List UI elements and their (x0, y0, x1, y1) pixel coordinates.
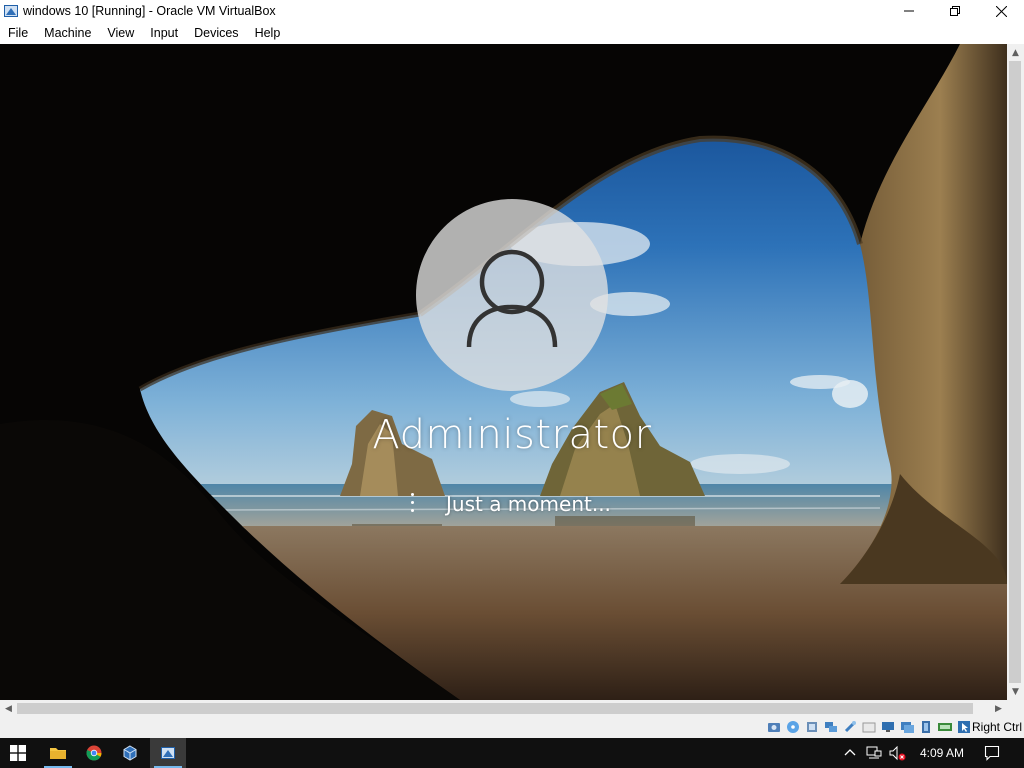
guest-display[interactable]: Administrator Just a moment... (0, 44, 1007, 700)
loading-spinner-icon (406, 493, 420, 515)
menu-help[interactable]: Help (247, 22, 289, 44)
host-taskbar: 4:09 AM (0, 738, 1024, 768)
scroll-right-icon[interactable]: ▶ (990, 700, 1007, 717)
audio-icon[interactable] (804, 719, 820, 735)
window-title: windows 10 [Running] - Oracle VM Virtual… (23, 4, 276, 18)
vertical-scroll-thumb[interactable] (1009, 61, 1021, 683)
tray-clock[interactable]: 4:09 AM (912, 738, 972, 768)
usb-icon[interactable] (842, 719, 858, 735)
show-hidden-icons-icon[interactable] (844, 747, 856, 759)
windows-start-icon (10, 745, 26, 761)
sign-in-status: Just a moment... (406, 490, 611, 518)
horizontal-scroll-thumb[interactable] (17, 703, 973, 714)
vertical-scrollbar[interactable]: ▲ ▼ (1007, 44, 1024, 700)
status-message: Just a moment... (446, 492, 611, 516)
restore-button[interactable] (932, 0, 978, 22)
menubar: File Machine View Input Devices Help (0, 22, 1024, 44)
minimize-icon (904, 10, 914, 12)
chrome-icon (86, 745, 102, 761)
window-titlebar: windows 10 [Running] - Oracle VM Virtual… (0, 0, 1024, 22)
menu-devices[interactable]: Devices (186, 22, 246, 44)
horizontal-scrollbar[interactable]: ◀ ▶ (0, 700, 1007, 717)
window-controls (886, 0, 1024, 22)
mouse-integration-icon[interactable] (956, 719, 972, 735)
host-key-label: Right Ctrl (971, 720, 1022, 734)
virtualbox-vm-icon (161, 747, 175, 759)
close-icon (995, 5, 1007, 17)
action-center-icon[interactable] (984, 745, 1000, 761)
taskbar-chrome[interactable] (76, 738, 112, 768)
volume-muted-icon[interactable] (889, 746, 907, 762)
restore-icon (950, 6, 960, 16)
shared-folders-icon[interactable] (861, 719, 877, 735)
user-avatar (416, 199, 608, 391)
network-icon[interactable] (823, 719, 839, 735)
display-icon[interactable] (880, 719, 896, 735)
cpu-icon[interactable] (918, 719, 934, 735)
network-icon[interactable] (866, 746, 882, 760)
minimize-button[interactable] (886, 0, 932, 22)
taskbar-virtualbox-manager[interactable] (112, 738, 148, 768)
file-explorer-icon (50, 748, 66, 759)
vm-statusbar: Right Ctrl (0, 717, 1024, 738)
menu-input[interactable]: Input (142, 22, 186, 44)
menu-view[interactable]: View (99, 22, 142, 44)
menu-machine[interactable]: Machine (36, 22, 99, 44)
scrollbar-corner (1007, 700, 1024, 717)
start-button[interactable] (0, 738, 36, 768)
virtualbox-manager-icon (123, 745, 137, 761)
optical-drive-icon[interactable] (785, 719, 801, 735)
scroll-up-icon[interactable]: ▲ (1007, 44, 1024, 61)
virtualbox-app-icon[interactable] (3, 3, 19, 19)
user-avatar-icon (466, 249, 558, 348)
taskbar-file-explorer[interactable] (40, 738, 76, 768)
video-capture-icon[interactable] (899, 719, 915, 735)
taskbar-virtualbox-vm[interactable] (150, 738, 186, 768)
hard-disk-icon[interactable] (766, 719, 782, 735)
scroll-down-icon[interactable]: ▼ (1007, 683, 1024, 700)
close-button[interactable] (978, 0, 1024, 22)
username-label: Administrator (372, 412, 652, 458)
keyboard-capture-icon[interactable] (937, 719, 953, 735)
menu-file[interactable]: File (0, 22, 36, 44)
device-indicators (766, 719, 972, 735)
scroll-left-icon[interactable]: ◀ (0, 700, 17, 717)
